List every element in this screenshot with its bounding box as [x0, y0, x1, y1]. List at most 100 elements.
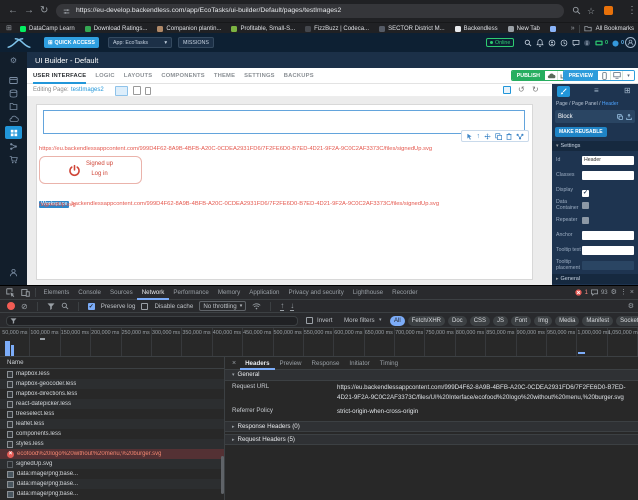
ui-builder-icon[interactable] [5, 126, 22, 139]
bookmark-item[interactable]: Participant Overvi... [549, 25, 558, 32]
devtools-tab[interactable]: Performance [169, 286, 213, 300]
app-dropdown[interactable]: App: EcoTasks ▾ [108, 37, 172, 48]
preview-dropdown-icon[interactable]: ▾ [622, 71, 634, 80]
request-list-scrollbar[interactable] [221, 456, 224, 494]
type-filter-pill[interactable]: CSS [469, 315, 491, 326]
bookmark-item[interactable]: Profitable, Small-S... [231, 25, 295, 32]
disable-cache-label[interactable]: Disable cache [154, 303, 193, 310]
move-up-icon[interactable]: ↑ [477, 133, 481, 140]
info-icon[interactable] [583, 39, 591, 47]
disable-cache-checkbox[interactable] [141, 302, 149, 310]
database-icon[interactable] [0, 89, 27, 98]
copy-style-icon[interactable] [617, 113, 623, 120]
devtools-tab[interactable]: Network [137, 286, 169, 300]
redo-icon[interactable]: ↻ [532, 85, 539, 95]
signup-widget[interactable]: Signed up Log in [39, 156, 142, 184]
all-bookmarks-label[interactable]: All Bookmarks [596, 26, 634, 32]
network-conditions-icon[interactable] [252, 302, 261, 310]
move-icon[interactable] [484, 132, 491, 140]
marketplace-cart-icon[interactable] [0, 155, 27, 164]
devtools-kebab-icon[interactable]: ⋮ [620, 286, 627, 299]
devtools-tab[interactable]: Sources [106, 286, 138, 300]
type-filter-pill[interactable]: Media [555, 315, 580, 326]
history-icon[interactable] [560, 39, 568, 47]
request-headers-section[interactable]: ▸ Request Headers (5) [225, 434, 638, 446]
reload-icon[interactable]: ↻ [40, 3, 48, 19]
devtools-tab[interactable]: Lighthouse [348, 286, 387, 300]
preserve-log-label[interactable]: Preserve log [101, 303, 136, 310]
missions-button[interactable]: MISSIONS [178, 37, 214, 48]
publish-button[interactable]: PUBLISH [511, 71, 545, 80]
preserve-log-checkbox[interactable]: ✓ [87, 302, 95, 310]
bookmark-item[interactable]: Download Ratings... [84, 25, 147, 32]
type-filter-pill[interactable]: JS [493, 315, 509, 326]
details-tab[interactable]: Preview [275, 357, 307, 370]
devtools-tab[interactable]: Memory [213, 286, 244, 300]
forward-icon[interactable]: → [24, 3, 34, 19]
invert-checkbox[interactable] [306, 317, 313, 324]
search-icon[interactable] [524, 39, 532, 47]
undo-icon[interactable]: ↺ [518, 85, 525, 95]
request-row[interactable]: react-datepicker.less [0, 399, 224, 409]
editing-page-name[interactable]: testImages2 [71, 87, 104, 93]
request-row[interactable]: data:image/png;base... [0, 489, 224, 499]
id-input[interactable]: Header [582, 155, 634, 165]
builder-tab[interactable]: SETTINGS [244, 68, 275, 84]
preview-phone-icon[interactable] [598, 71, 610, 80]
classes-input[interactable] [582, 170, 634, 180]
frontend-icon[interactable] [0, 76, 27, 85]
anchor-input[interactable] [582, 230, 634, 240]
devtools-close-icon[interactable]: × [630, 286, 634, 299]
name-column-header[interactable]: Name [0, 357, 224, 369]
request-row[interactable]: components.less [0, 429, 224, 439]
details-close-icon[interactable]: × [225, 360, 240, 367]
bookmark-item[interactable]: FizzBuzz | Codeca... [305, 25, 369, 32]
devtools-tab[interactable]: Elements [39, 286, 74, 300]
device-toolbar-icon[interactable] [21, 288, 30, 297]
repeater-checkbox[interactable] [582, 217, 589, 225]
notifications-bell-icon[interactable] [536, 39, 544, 47]
publish-cloud-icon[interactable] [545, 71, 557, 80]
request-row[interactable]: data:image/png;base... [0, 469, 224, 479]
device-phone-icon[interactable] [145, 86, 151, 95]
search-icon[interactable] [572, 6, 581, 15]
general-section-header[interactable]: ▸ General [552, 274, 638, 284]
bookmark-item[interactable]: Backendless [454, 25, 498, 32]
preview-monitor-icon[interactable] [610, 71, 622, 80]
breadcrumb[interactable]: Page / Page Panel / Header [556, 101, 618, 107]
menu-kebab-icon[interactable]: ⋮ [627, 3, 637, 19]
network-timeline[interactable]: 50,000 ms 100,000 ms 150,000 ms 200,000 ms 2… [0, 328, 638, 357]
tree-hamburger-tab[interactable]: ≡ [594, 85, 599, 96]
request-row[interactable]: signedUp.svg [0, 459, 224, 469]
bookmark-item[interactable]: Companion plantin... [157, 25, 221, 32]
details-tab[interactable]: Response [307, 357, 345, 370]
make-reusable-button[interactable]: MAKE REUSABLE [555, 127, 607, 137]
builder-tab[interactable]: LOGIC [95, 68, 114, 84]
issues-icon[interactable] [590, 289, 598, 296]
site-settings-icon[interactable] [63, 8, 70, 15]
type-filter-pill[interactable]: Img [534, 315, 553, 326]
request-row[interactable]: mapbox-directions.less [0, 389, 224, 399]
type-filter-pill[interactable]: Doc [448, 315, 467, 326]
export-icon[interactable] [626, 113, 632, 120]
devtools-tab[interactable]: Console [74, 286, 106, 300]
settings-section-header[interactable]: ▾ Settings [552, 141, 638, 151]
builder-tab[interactable]: USER INTERFACE [33, 68, 87, 84]
devtools-tab[interactable]: Privacy and security [284, 286, 348, 300]
styles-brush-tab[interactable] [557, 86, 570, 97]
devtools-settings-icon[interactable]: ⚙ [611, 286, 617, 299]
cloud-code-icon[interactable] [0, 115, 27, 123]
type-filter-pill[interactable]: Font [511, 315, 532, 326]
builder-tab[interactable]: LAYOUTS [124, 68, 153, 84]
clear-icon[interactable]: ⊘ [21, 300, 28, 313]
back-icon[interactable]: ← [8, 3, 18, 19]
settings-gear-icon[interactable]: ⚙ [0, 56, 27, 65]
details-tab[interactable]: Headers [240, 357, 274, 370]
signup-label[interactable]: Signed up [86, 160, 113, 170]
chat-icon[interactable] [572, 39, 580, 47]
general-section[interactable]: ▾ General [225, 370, 638, 381]
export-har-icon[interactable]: ↓ [290, 301, 295, 311]
address-bar[interactable]: https://eu-develop.backendless.com/app/E… [56, 4, 564, 18]
support-icon[interactable] [548, 39, 556, 47]
files-icon[interactable] [0, 102, 27, 111]
